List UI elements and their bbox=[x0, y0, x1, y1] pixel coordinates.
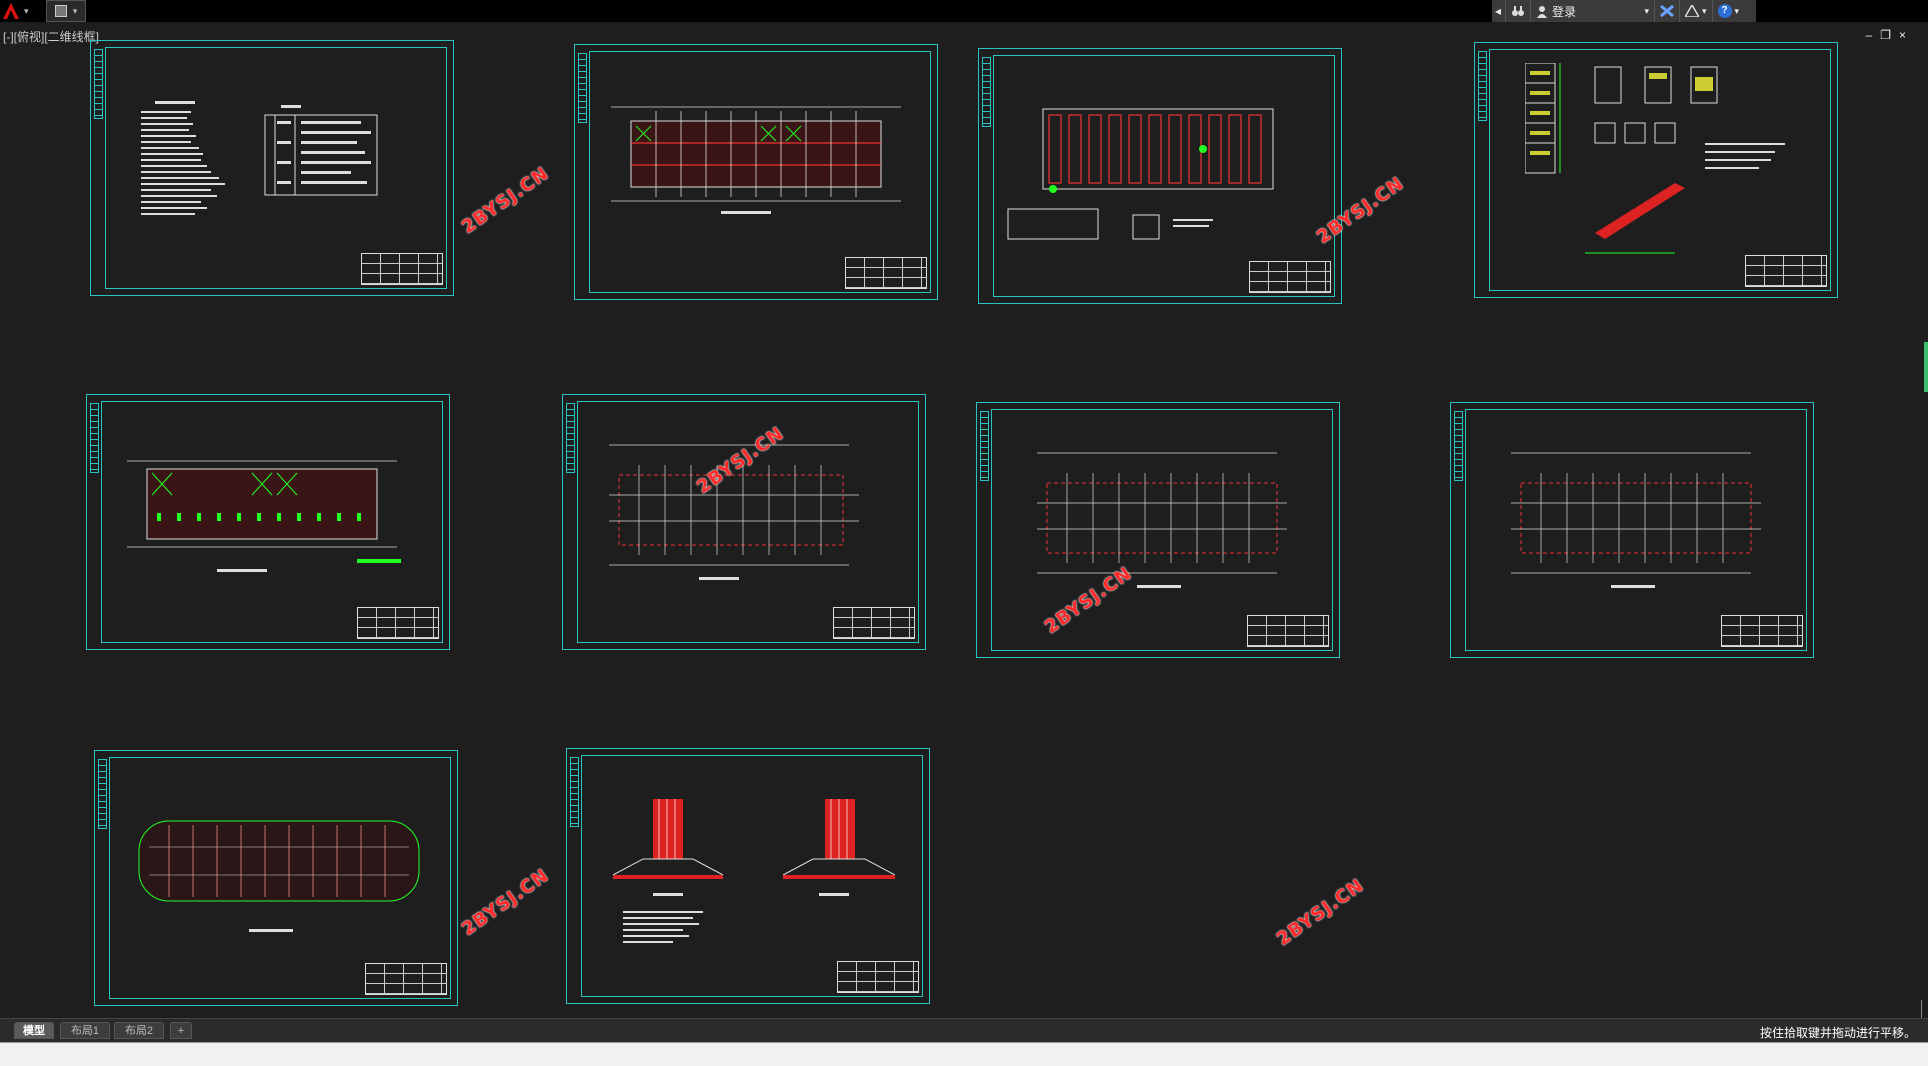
floor-plan-drawing bbox=[611, 106, 901, 214]
foundation-plan-drawing bbox=[138, 820, 420, 932]
help-icon: ? bbox=[1717, 4, 1732, 18]
watermark: 2BYSJ.CN bbox=[1273, 874, 1368, 951]
title-block bbox=[365, 963, 447, 995]
status-message: 按住拾取键并拖动进行平移。 bbox=[1759, 1026, 1916, 1040]
drawing-sheet-4[interactable] bbox=[1474, 42, 1838, 298]
close-button[interactable]: × bbox=[1899, 28, 1906, 46]
drawing-sheet-7[interactable] bbox=[976, 402, 1340, 658]
title-block bbox=[1247, 615, 1329, 647]
chevron-down-icon: ▾ bbox=[1644, 5, 1649, 16]
chevron-down-icon: ▾ bbox=[72, 5, 78, 16]
minimize-button[interactable]: – bbox=[1866, 28, 1873, 46]
sheet-stub bbox=[578, 53, 587, 123]
search-button[interactable] bbox=[1506, 0, 1531, 22]
autocad-a-icon bbox=[3, 3, 19, 19]
sheet-stub bbox=[566, 403, 575, 473]
tab-layout2[interactable]: 布局2 bbox=[114, 1022, 164, 1039]
general-notes-drawing bbox=[141, 101, 378, 215]
sign-in-button[interactable]: 登录 ▾ bbox=[1531, 0, 1655, 22]
floor-beam-drawing bbox=[1037, 452, 1287, 588]
viewport-controls-label[interactable]: [-][俯视][二维线框] bbox=[3, 28, 99, 45]
title-block bbox=[1721, 615, 1803, 647]
drawing-canvas[interactable]: [-][俯视][二维线框] – ❐ × 2BYSJ.CN 2BYSJ.CN 2B… bbox=[0, 22, 1928, 1018]
user-icon bbox=[1537, 5, 1547, 18]
chevron-down-icon: ▾ bbox=[1702, 5, 1707, 16]
column-layout-drawing bbox=[1007, 108, 1274, 240]
title-block bbox=[845, 257, 927, 289]
quick-access-toolbar[interactable]: ▾ bbox=[46, 0, 86, 22]
stair-detail-drawing bbox=[1525, 63, 1785, 254]
sheet-stub bbox=[980, 411, 989, 481]
add-layout-button[interactable]: + bbox=[170, 1022, 192, 1039]
tab-layout1[interactable]: 布局1 bbox=[60, 1022, 110, 1039]
title-block bbox=[837, 961, 919, 993]
sheet-stub bbox=[90, 403, 99, 473]
drawing-sheet-2[interactable] bbox=[574, 44, 938, 300]
sheet-stub bbox=[570, 757, 579, 827]
title-bar: ▾ ▾ ◂ 登录 ▾ ▾ ? ▾ bbox=[0, 0, 1928, 22]
stay-connected-button[interactable]: ▾ bbox=[1680, 0, 1713, 22]
drawing-sheet-9[interactable] bbox=[94, 750, 458, 1006]
foundation-detail-drawing bbox=[612, 799, 896, 943]
roof-framing-drawing bbox=[127, 460, 401, 572]
sign-in-label: 登录 bbox=[1552, 4, 1577, 19]
restore-button[interactable]: ❐ bbox=[1880, 28, 1891, 46]
slab-reinforcement-drawing bbox=[1511, 452, 1761, 588]
drawing-sheet-6[interactable] bbox=[562, 394, 926, 650]
title-block bbox=[361, 253, 443, 285]
x-exchange-icon bbox=[1660, 5, 1674, 17]
infocenter-bar: ◂ 登录 ▾ ▾ ? ▾ bbox=[1492, 0, 1756, 22]
exchange-apps-button[interactable] bbox=[1655, 0, 1680, 22]
sheet-stub bbox=[94, 49, 103, 119]
help-button[interactable]: ? ▾ bbox=[1713, 0, 1745, 22]
chevron-down-icon: ▾ bbox=[24, 5, 29, 16]
chevron-down-icon: ▾ bbox=[1734, 5, 1740, 16]
stay-connected-icon bbox=[1685, 5, 1699, 17]
scroll-marker bbox=[1921, 1000, 1928, 1018]
binoculars-icon bbox=[1512, 6, 1524, 16]
navigation-bar-indicator[interactable] bbox=[1924, 342, 1928, 392]
drawing-sheet-8[interactable] bbox=[1450, 402, 1814, 658]
drawing-sheet-5[interactable] bbox=[86, 394, 450, 650]
title-block bbox=[833, 607, 915, 639]
sheet-stub bbox=[982, 57, 991, 127]
sheet-stub bbox=[1478, 51, 1487, 121]
sheet-stub bbox=[1454, 411, 1463, 481]
status-bar bbox=[0, 1042, 1928, 1066]
drawing-sheet-10[interactable] bbox=[566, 748, 930, 1004]
drawing-sheet-1[interactable] bbox=[90, 40, 454, 296]
watermark: 2BYSJ.CN bbox=[458, 864, 553, 941]
title-block bbox=[357, 607, 439, 639]
layout-tab-bar: 模型 布局1 布局2 + 按住拾取键并拖动进行平移。 bbox=[0, 1018, 1928, 1043]
watermark: 2BYSJ.CN bbox=[458, 162, 553, 239]
title-block bbox=[1249, 261, 1331, 293]
quick-access-icon bbox=[54, 5, 67, 17]
title-block bbox=[1745, 255, 1827, 287]
infocenter-collapse-button[interactable]: ◂ bbox=[1492, 0, 1506, 22]
application-menu-button[interactable]: ▾ bbox=[0, 0, 40, 22]
drawing-window-controls: – ❐ × bbox=[1856, 28, 1928, 46]
drawing-sheet-3[interactable] bbox=[978, 48, 1342, 304]
tab-model[interactable]: 模型 bbox=[14, 1022, 54, 1039]
sheet-stub bbox=[98, 759, 107, 829]
